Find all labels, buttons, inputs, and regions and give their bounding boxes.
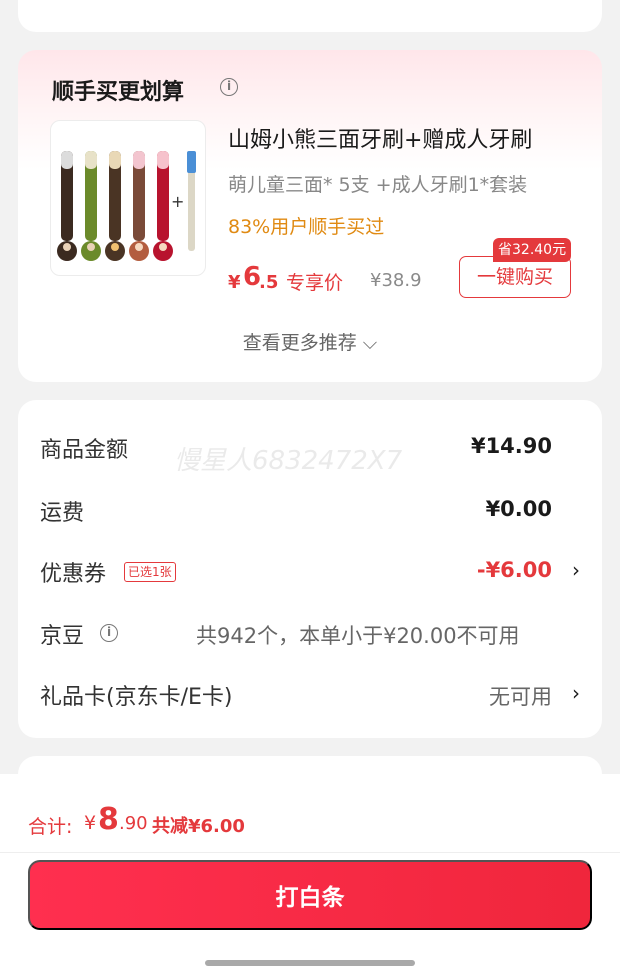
- product-spec: 萌儿童三面* 5支 +成人牙刷1*套装: [228, 174, 528, 196]
- jingdou-note: 共942个，本单小于¥20.00不可用: [196, 624, 520, 648]
- goods-amount-value: ¥14.90: [470, 434, 552, 458]
- divider: [0, 852, 620, 853]
- original-price: ¥38.9: [370, 270, 422, 291]
- total-saving: 共减¥6.00: [152, 816, 245, 837]
- coupon-label: 优惠券: [40, 562, 107, 587]
- total-line: 合计: ¥ 8 .90 共减¥6.00: [28, 802, 428, 840]
- price-row: ¥ 6 .5 专享价 ¥38.9: [228, 262, 448, 296]
- recommendation-title: 顺手买更划算: [52, 80, 185, 105]
- shipping-label: 运费: [40, 501, 85, 526]
- one-click-buy-button[interactable]: 一键购买: [459, 256, 571, 298]
- product-image[interactable]: +: [50, 120, 206, 276]
- checkout-bar: 合计: ¥ 8 .90 共减¥6.00 打白条: [0, 774, 620, 978]
- recommendation-card: 顺手买更划算 i + 山姆小熊三面牙刷+赠成人牙刷 萌儿童三面* 5支 +成人牙…: [18, 50, 602, 382]
- gift-card-row[interactable]: 礼品卡(京东卡/E卡) 无可用 ›: [40, 675, 580, 715]
- gift-card-label: 礼品卡(京东卡/E卡): [40, 685, 233, 710]
- previous-card: [18, 0, 602, 32]
- price-decimal: .5: [259, 272, 279, 293]
- coupon-value: -¥6.00: [476, 558, 552, 582]
- jingdou-row: 京豆 i 共942个，本单小于¥20.00不可用: [40, 614, 580, 654]
- more-recommendations-link[interactable]: 查看更多推荐 ⌵: [18, 328, 602, 355]
- price-currency: ¥: [228, 272, 241, 293]
- jingdou-label: 京豆: [40, 624, 85, 649]
- exclusive-price-label: 专享价: [286, 272, 344, 294]
- chevron-right-icon[interactable]: ›: [572, 558, 580, 582]
- total-label: 合计:: [28, 816, 73, 838]
- goods-amount-row: 商品金额 ¥14.90: [40, 428, 580, 468]
- svg-text:+: +: [171, 192, 184, 211]
- coupon-row[interactable]: 优惠券 已选1张 -¥6.00 ›: [40, 552, 580, 592]
- shipping-row: 运费 ¥0.00: [40, 491, 580, 531]
- info-circle-icon[interactable]: i: [220, 78, 238, 96]
- shipping-value: ¥0.00: [485, 497, 552, 521]
- coupon-selected-badge: 已选1张: [124, 562, 176, 582]
- toothbrush-illustration: +: [57, 151, 196, 261]
- chevron-right-icon[interactable]: ›: [572, 681, 580, 705]
- info-circle-icon[interactable]: i: [100, 624, 118, 642]
- total-currency: ¥: [84, 812, 97, 834]
- buyers-percentage: 83%用户顺手买过: [228, 216, 385, 238]
- savings-badge: 省32.40元: [493, 238, 572, 262]
- gift-card-value: 无可用: [489, 685, 552, 709]
- home-indicator[interactable]: [205, 960, 415, 966]
- product-name[interactable]: 山姆小熊三面牙刷+赠成人牙刷: [228, 122, 532, 154]
- total-integer: 8: [98, 802, 119, 837]
- total-decimal: .90: [119, 813, 148, 834]
- goods-amount-label: 商品金额: [40, 438, 129, 463]
- pay-with-baitiao-button[interactable]: 打白条: [28, 860, 592, 930]
- order-summary-card: 慢星人6832472X7 商品金额 ¥14.90 运费 ¥0.00 优惠券 已选…: [18, 400, 602, 738]
